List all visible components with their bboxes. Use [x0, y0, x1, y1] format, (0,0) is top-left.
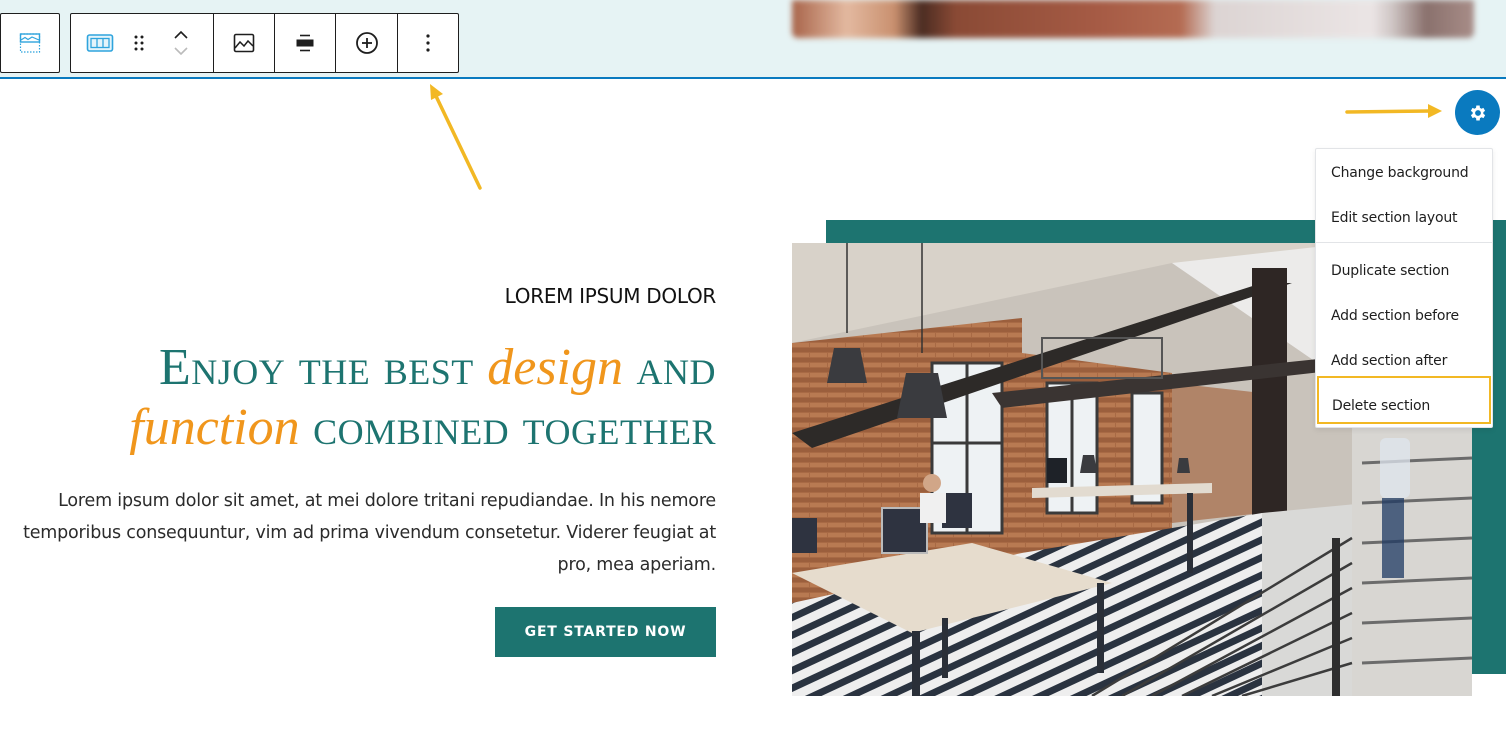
- section-settings-menu: Change background Edit section layout Du…: [1315, 148, 1493, 428]
- hero-headline: Enjoy the best design and function combi…: [16, 338, 716, 458]
- menu-item-add-section-before[interactable]: Add section before: [1316, 296, 1492, 336]
- menu-item-delete-section[interactable]: Delete section: [1317, 376, 1491, 424]
- menu-item-change-background[interactable]: Change background: [1316, 153, 1492, 193]
- headline-text-2: and: [623, 339, 716, 396]
- section-settings-button[interactable]: [1455, 90, 1500, 135]
- plus-circle-icon: [355, 32, 378, 54]
- gear-icon: [1470, 105, 1485, 120]
- move-buttons: [149, 14, 213, 72]
- headline-text-3: combined together: [299, 399, 716, 456]
- menu-item-edit-section-layout[interactable]: Edit section layout: [1316, 198, 1492, 238]
- headline-accent-function: function: [129, 399, 300, 456]
- add-block-button[interactable]: [335, 14, 397, 72]
- menu-item-duplicate-section[interactable]: Duplicate section: [1316, 251, 1492, 291]
- headline-accent-design: design: [487, 339, 623, 396]
- align-center-icon: [296, 34, 314, 52]
- columns-layout-button[interactable]: [71, 14, 129, 72]
- hero-eyebrow: LOREM IPSUM DOLOR: [504, 284, 717, 308]
- previous-section-image: [792, 0, 1474, 38]
- menu-divider: [1316, 242, 1492, 243]
- columns-icon: [86, 34, 114, 52]
- get-started-button[interactable]: GET STARTED NOW: [495, 607, 716, 657]
- block-toolbar: [70, 13, 459, 73]
- chevron-up-icon[interactable]: [172, 29, 190, 41]
- menu-item-add-section-after[interactable]: Add section after: [1316, 341, 1492, 381]
- drag-handle[interactable]: [129, 14, 149, 72]
- annotation-arrow-toolbar: [430, 84, 482, 190]
- hero-body: Lorem ipsum dolor sit amet, at mei dolor…: [23, 491, 716, 575]
- annotation-arrow-gear: [1345, 104, 1442, 118]
- cover-block-icon: [19, 33, 41, 53]
- chevron-down-icon[interactable]: [172, 45, 190, 57]
- block-type-button[interactable]: [1, 14, 59, 72]
- headline-text-1: Enjoy the best: [158, 339, 488, 396]
- more-options-button[interactable]: [397, 14, 458, 72]
- replace-image-button[interactable]: [213, 14, 274, 72]
- align-button[interactable]: [274, 14, 335, 72]
- block-type-switcher[interactable]: [0, 13, 60, 73]
- drag-handle-icon: [134, 35, 144, 51]
- image-icon: [233, 33, 255, 53]
- selected-block-outline: [0, 77, 1506, 79]
- more-vertical-icon: [426, 34, 430, 52]
